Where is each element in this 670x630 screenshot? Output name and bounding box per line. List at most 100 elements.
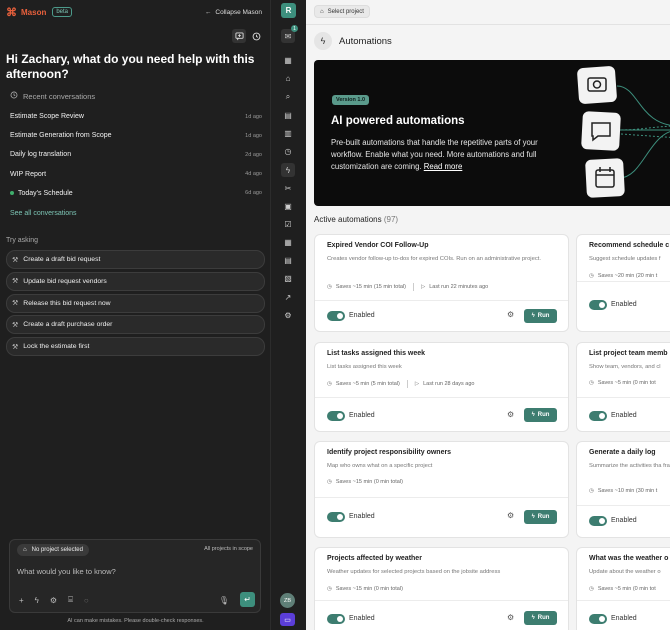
card-footer: Enabled [577, 600, 670, 630]
clock-icon: ◷ [589, 488, 594, 494]
suggestion-chip[interactable]: ⚒ Create a draft purchase order [6, 315, 265, 335]
enabled-toggle[interactable] [589, 300, 607, 310]
enabled-toggle[interactable] [327, 411, 345, 421]
collapse-button[interactable]: ← Collapse Mason [205, 9, 262, 16]
play-icon: ▷ [420, 284, 426, 290]
chat-nav-icon[interactable]: ✉ 1 [281, 25, 298, 43]
file-nav-icon[interactable]: ▥ [281, 126, 295, 140]
read-more-link[interactable]: Read more [424, 162, 463, 171]
automation-card[interactable]: Projects affected by weather Weather upd… [314, 547, 569, 630]
conversation-item[interactable]: Estimate Generation from Scope 1d ago [10, 126, 262, 145]
gear-icon[interactable]: ⚙ [507, 511, 514, 520]
card-saves: Saves ~5 min (0 min tot [597, 586, 656, 592]
invoice-nav-icon[interactable]: ▧ [281, 271, 295, 285]
send-button[interactable]: ↵ [240, 592, 255, 607]
calendar-nav-icon[interactable]: ▦ [281, 235, 295, 249]
run-button[interactable]: ϟ Run [524, 510, 557, 524]
card-saves: Saves ~15 min (0 min total) [335, 586, 403, 592]
gear-icon[interactable]: ⚙ [507, 613, 514, 622]
suggestion-chip[interactable]: ⚒ Create a draft bid request [6, 250, 265, 269]
page-header: ϟ Automations [314, 32, 392, 50]
conversation-item[interactable]: Estimate Scope Review 1d ago [10, 107, 262, 126]
new-chat-icon[interactable] [232, 29, 246, 43]
chat-header: ⌘ Mason beta ← Collapse Mason [6, 5, 262, 19]
settings-nav-icon[interactable]: ⚙ [281, 308, 295, 322]
document-nav-icon[interactable]: ▤ [281, 108, 295, 122]
chat-actions [232, 29, 263, 43]
timer-nav-icon[interactable]: ◷ [281, 144, 295, 158]
project-selector[interactable]: ⌂ No project selected [17, 544, 89, 556]
schedule-nav-icon[interactable]: ▤ [281, 253, 295, 267]
hero-body: Pre-built automations that handle the re… [331, 137, 566, 173]
enabled-toggle[interactable] [327, 311, 345, 321]
clock-icon: ◷ [327, 381, 332, 387]
lightning-icon[interactable]: ϟ [35, 596, 39, 605]
lightning-icon: ϟ [531, 313, 535, 319]
magic-wand-icon: ⚒ [12, 278, 19, 286]
home-nav-icon[interactable]: ⌂ [281, 71, 295, 85]
enabled-toggle[interactable] [589, 516, 607, 526]
gear-icon[interactable]: ⚙ [507, 410, 514, 419]
app-logo[interactable]: R [281, 3, 296, 18]
bookmark-nav-icon[interactable]: ▣ [281, 199, 295, 213]
avatar[interactable]: ZB [280, 593, 295, 608]
conversation-date: 2d ago [245, 151, 262, 158]
lightning-icon: ϟ [531, 412, 535, 418]
automations-nav-icon[interactable]: ϟ [281, 163, 295, 177]
hero-illustration [577, 66, 670, 198]
conversation-date: 4d ago [245, 171, 262, 178]
enabled-toggle[interactable] [327, 512, 345, 522]
select-project-button[interactable]: ⌂ Select project [314, 5, 370, 18]
automation-card[interactable]: List tasks assigned this week List tasks… [314, 342, 569, 432]
automation-card[interactable]: Expired Vendor COI Follow-Up Creates ven… [314, 234, 569, 332]
automations-page: ⌂ Select project ϟ Automations Version 1… [306, 0, 670, 630]
card-meta: ◷ Saves ~10 min (30 min t [589, 488, 657, 494]
folder-icon[interactable]: ▭ [280, 613, 295, 626]
building-icon[interactable]: ⌸ [68, 595, 73, 605]
conversation-item[interactable]: Today's Schedule 6d ago [10, 184, 262, 203]
tools-nav-icon[interactable]: ✂ [281, 181, 295, 195]
conversation-date: 1d ago [245, 132, 262, 139]
suggestion-chip[interactable]: ⚒ Lock the estimate first [6, 337, 265, 357]
mason-chat-panel: ⌘ Mason beta ← Collapse Mason Hi Zachary… [0, 0, 271, 630]
enabled-toggle[interactable] [589, 411, 607, 421]
automation-card[interactable]: Identify project responsibility owners M… [314, 441, 569, 538]
checklist-nav-icon[interactable]: ☑ [281, 217, 295, 231]
building-nav-icon[interactable]: ▦ [281, 53, 295, 67]
automation-card[interactable]: Generate a daily log Summarize the activ… [576, 441, 670, 538]
run-button[interactable]: ϟ Run [524, 611, 557, 625]
app-root: ⌘ Mason beta ← Collapse Mason Hi Zachary… [0, 0, 670, 630]
suggestion-list: ⚒ Create a draft bid request ⚒ Update bid … [6, 250, 265, 359]
run-button[interactable]: ϟ Run [524, 408, 557, 422]
run-label: Run [537, 313, 550, 319]
see-all-conversations-link[interactable]: See all conversations [10, 210, 77, 217]
enabled-toggle[interactable] [589, 614, 607, 624]
card-saves: Saves ~15 min (0 min total) [335, 479, 403, 485]
suggestion-chip[interactable]: ⚒ Release this bid request now [6, 293, 265, 313]
project-selector-label: No project selected [31, 547, 83, 553]
enabled-toggle[interactable] [327, 614, 345, 624]
reports-nav-icon[interactable]: ↗ [281, 290, 295, 304]
automation-card[interactable]: Recommend schedule c Suggest schedule up… [576, 234, 670, 332]
conversation-item[interactable]: WIP Report 4d ago [10, 165, 262, 184]
divider [412, 283, 414, 291]
card-saves: Saves ~15 min (15 min total) [335, 284, 406, 290]
ask-input[interactable] [17, 567, 247, 576]
automation-card[interactable]: What was the weather o Update about the … [576, 547, 670, 630]
microphone-icon[interactable]: 🎙 [219, 596, 229, 605]
run-button[interactable]: ϟ Run [524, 309, 557, 323]
card-title: Projects affected by weather [327, 555, 422, 562]
plus-icon[interactable]: + [19, 596, 24, 605]
automation-card[interactable]: List project team memb Show team, vendor… [576, 342, 670, 432]
suggestion-chip[interactable]: ⚒ Update bid request vendors [6, 271, 265, 291]
gear-icon[interactable]: ⚙ [507, 310, 514, 319]
card-meta: ◷ Saves ~15 min (0 min total) [327, 586, 403, 592]
history-icon[interactable] [249, 29, 263, 43]
circle-icon[interactable]: ○ [84, 596, 89, 605]
clock-icon: ◷ [589, 273, 594, 279]
recent-title: Recent conversations [23, 91, 96, 101]
search-nav-icon[interactable]: ⌕ [281, 90, 295, 104]
conversation-item[interactable]: Daily log translation 2d ago [10, 145, 262, 164]
card-description: Weather updates for selected projects ba… [327, 569, 501, 575]
gear-icon[interactable]: ⚙ [50, 596, 57, 605]
